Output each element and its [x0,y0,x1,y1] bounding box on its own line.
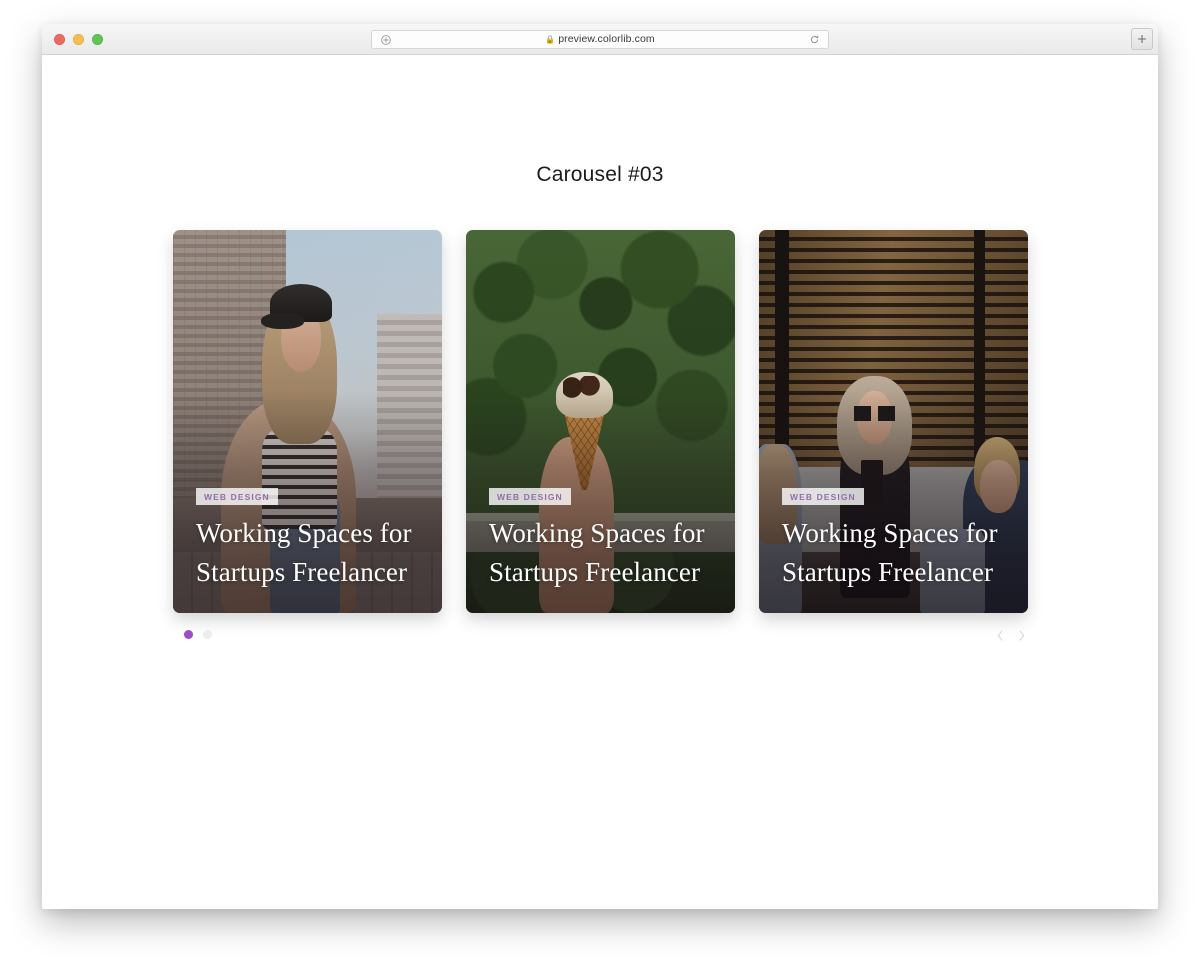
browser-titlebar: 🔒 preview.colorlib.com [42,24,1158,55]
close-window-button[interactable] [54,34,65,45]
minimize-window-button[interactable] [73,34,84,45]
card-title: Working Spaces for Startups Freelancer [489,514,719,592]
card-category-badge[interactable]: WEB DESIGN [782,488,864,505]
card-title: Working Spaces for Startups Freelancer [196,514,426,592]
carousel: WEB DESIGN Working Spaces for Startups F… [173,230,1028,647]
card-body: WEB DESIGN Working Spaces for Startups F… [782,487,1012,592]
card-category-badge[interactable]: WEB DESIGN [196,488,278,505]
carousel-track: WEB DESIGN Working Spaces for Startups F… [173,230,1028,613]
carousel-arrows [993,627,1028,643]
address-bar-text: preview.colorlib.com [558,34,655,45]
browser-window: 🔒 preview.colorlib.com Carousel #03 [42,24,1158,909]
chevron-right-icon[interactable] [1014,627,1028,643]
compass-icon [380,34,392,46]
address-bar[interactable]: 🔒 preview.colorlib.com [371,30,829,49]
chevron-left-icon[interactable] [993,627,1007,643]
carousel-card[interactable]: WEB DESIGN Working Spaces for Startups F… [173,230,442,613]
carousel-card[interactable]: WEB DESIGN Working Spaces for Startups F… [466,230,735,613]
new-tab-button[interactable] [1131,28,1153,50]
carousel-card[interactable]: WEB DESIGN Working Spaces for Startups F… [759,230,1028,613]
card-body: WEB DESIGN Working Spaces for Startups F… [196,487,426,592]
card-body: WEB DESIGN Working Spaces for Startups F… [489,487,719,592]
maximize-window-button[interactable] [92,34,103,45]
window-controls [54,34,103,45]
page-title: Carousel #03 [42,163,1158,187]
card-category-badge[interactable]: WEB DESIGN [489,488,571,505]
carousel-dot-2[interactable] [203,630,212,639]
card-title: Working Spaces for Startups Freelancer [782,514,1012,592]
page-viewport: Carousel #03 [42,55,1158,909]
reload-icon[interactable] [808,34,820,46]
lock-icon: 🔒 [545,36,555,44]
carousel-controls [173,627,1028,647]
carousel-pagination [184,630,212,639]
carousel-dot-1[interactable] [184,630,193,639]
